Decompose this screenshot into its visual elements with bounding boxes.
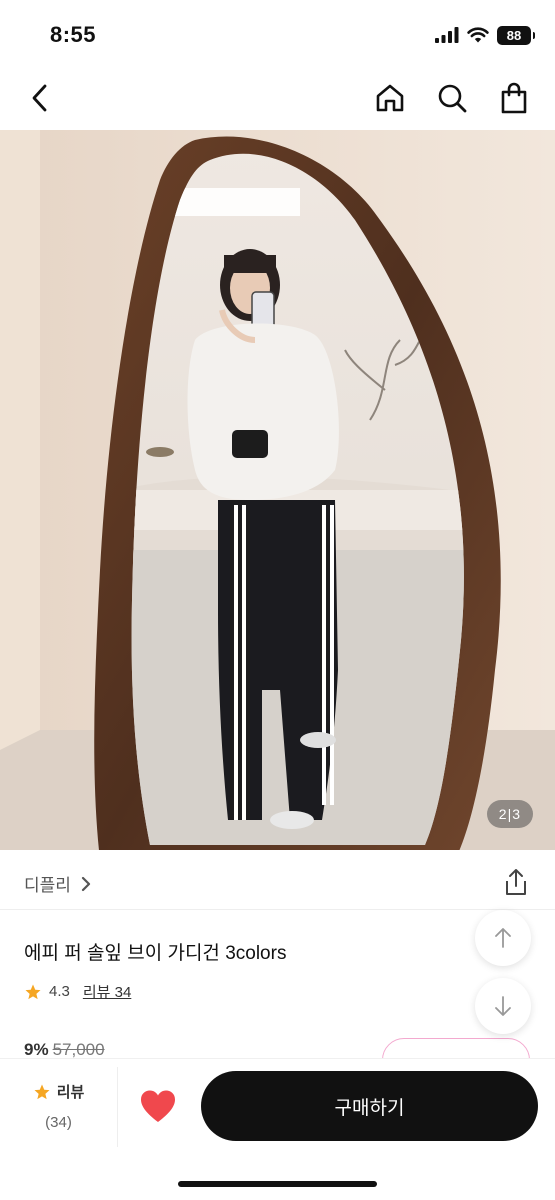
share-button[interactable] [501,867,531,897]
status-time: 8:55 [50,22,97,47]
chevron-left-icon [32,84,47,112]
search-button[interactable] [432,78,472,118]
review-summary-count: (34) [45,1114,72,1131]
scroll-top-button[interactable] [475,910,531,966]
review-summary-label: 리뷰 [56,1084,85,1101]
seller-name: 디플리 [24,876,71,895]
shopping-bag-icon [501,82,527,114]
heart-icon [141,1090,175,1122]
image-counter-current: 2 [498,806,508,822]
status-icons: 88 [435,24,535,46]
top-nav [0,70,555,128]
back-button[interactable] [20,78,60,118]
home-indicator [178,1181,377,1187]
wifi-icon [467,27,489,43]
share-icon [506,869,526,895]
like-button[interactable] [138,1087,178,1127]
price-row: 9% 57,000 [24,1040,105,1060]
discount-rate: 9% [24,1040,49,1059]
search-icon [438,84,467,113]
seller-link[interactable]: 디플리 [24,871,91,896]
status-bar: 8:55 88 [0,0,555,68]
scroll-bottom-button[interactable] [475,978,531,1034]
product-title: 에피 퍼 솔잎 브이 가디건 3colors [24,943,287,964]
home-button[interactable] [370,78,410,118]
review-summary-label-row: 리뷰 [0,1081,117,1102]
review-summary-button[interactable]: 리뷰 (34) [0,1067,118,1147]
seller-row: 디플리 [0,852,555,910]
image-counter: 2 | 3 [486,800,533,828]
battery-level: 88 [506,27,522,43]
product-photo [0,130,555,850]
battery-icon: 88 [497,25,535,45]
buy-button[interactable]: 구매하기 [201,1071,538,1141]
product-image[interactable]: 2 | 3 [0,130,555,850]
rating-row: 4.3 리뷰 34 [24,981,131,1002]
home-icon [376,84,404,112]
star-icon [25,984,41,999]
arrow-down-icon [495,996,511,1016]
review-link[interactable]: 리뷰 34 [83,981,131,1002]
arrow-up-icon [495,928,511,948]
bottom-bar: 리뷰 (34) 구매하기 [0,1058,555,1200]
chevron-right-icon [81,876,91,891]
star-icon [34,1084,50,1099]
image-counter-total: 3 [512,806,521,822]
cart-button[interactable] [494,78,534,118]
original-price: 57,000 [52,1040,105,1059]
signal-icon [435,27,459,43]
rating-value: 4.3 [49,983,70,1000]
